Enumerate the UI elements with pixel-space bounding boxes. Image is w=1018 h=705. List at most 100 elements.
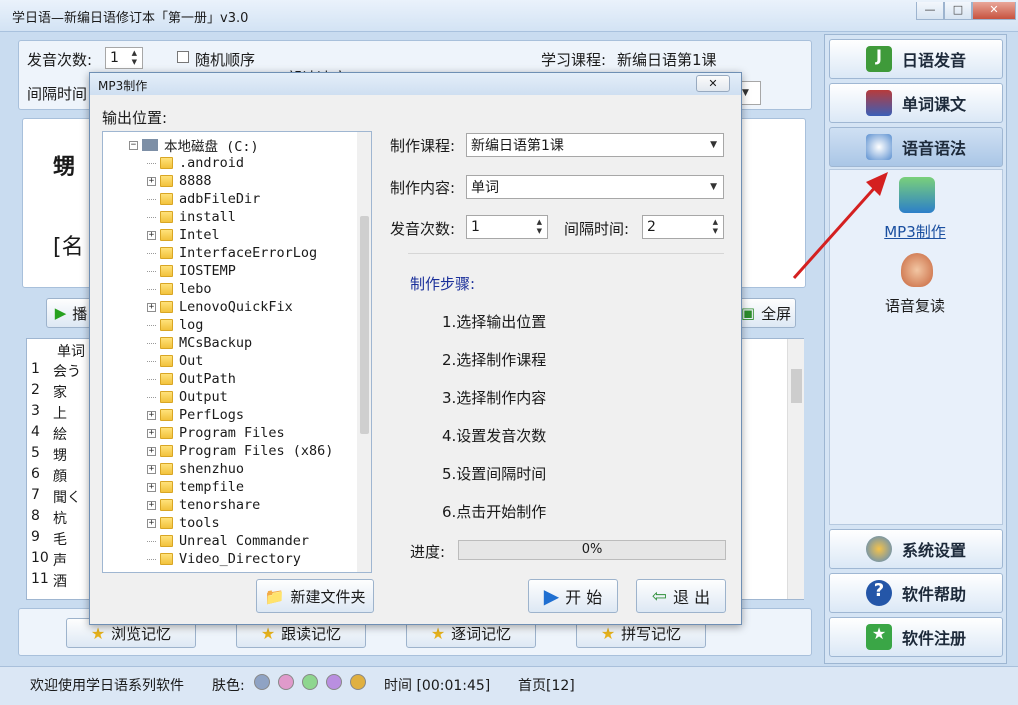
table-row[interactable]: 10 声 (27, 550, 89, 571)
spin-arrows-icon: ▲ ▼ (536, 218, 542, 235)
folder-icon (160, 499, 173, 511)
table-row[interactable]: 3上 (27, 403, 89, 424)
tree-folder-item[interactable]: .android (147, 154, 244, 172)
repeat-stepper[interactable]: 1 ▲ ▼ (105, 47, 143, 69)
expand-icon[interactable]: + (147, 464, 156, 474)
table-row[interactable]: 11 酒 (27, 571, 89, 592)
expand-icon[interactable]: + (147, 518, 156, 528)
start-button[interactable]: ▶ 开 始 (528, 579, 618, 613)
row-word: 毛 (53, 532, 67, 548)
mp3-icon[interactable] (899, 177, 935, 213)
make-course-select[interactable]: 新编日语第1课 ▼ (466, 133, 724, 157)
nav-japanese-pronunciation[interactable]: J 日语发音 (829, 39, 1003, 79)
dialog-title-bar: MP3制作 ✕ (90, 73, 741, 95)
expand-icon[interactable]: + (147, 500, 156, 510)
tree-folder-item[interactable]: + tools (147, 514, 220, 532)
tree-folder-item[interactable]: + PerfLogs (147, 406, 244, 424)
memory-button-label: 拼写记忆 (621, 624, 682, 643)
random-label: 随机顺序 (195, 51, 256, 69)
row-word: 酒 (53, 574, 67, 590)
dialog-close-button[interactable]: ✕ (696, 75, 730, 92)
repeat-value: 1 (110, 50, 119, 66)
close-button[interactable]: ✕ (972, 2, 1016, 20)
tree-folder-item[interactable]: + shenzhuo (147, 460, 244, 478)
mp3-dialog: MP3制作 ✕ 输出位置: − 本地磁盘 (C:) .android +8888 a… (89, 72, 742, 625)
tree-scrollbar[interactable] (357, 132, 371, 572)
skin-swatch[interactable] (350, 674, 366, 690)
folder-name: Intel (179, 227, 220, 243)
tree-folder-item[interactable]: InterfaceErrorLog (147, 244, 317, 262)
expand-icon[interactable]: + (147, 482, 156, 492)
make-content-select[interactable]: 单词 ▼ (466, 175, 724, 199)
make-content-value: 单词 (471, 180, 499, 196)
tree-folder-item[interactable]: MCsBackup (147, 334, 252, 352)
maximize-button[interactable]: □ (944, 2, 972, 20)
dialog-interval-stepper[interactable]: 2 ▲ ▼ (642, 215, 724, 239)
nav-help[interactable]: ? 软件帮助 (829, 573, 1003, 613)
table-row[interactable]: 4絵 (27, 424, 89, 445)
tree-folder-item[interactable]: Unreal Commander (147, 532, 309, 550)
skin-swatch[interactable] (278, 674, 294, 690)
row-number: 4 (31, 424, 40, 440)
folder-icon (160, 283, 173, 295)
expand-icon[interactable]: + (147, 230, 156, 240)
expand-icon[interactable]: + (147, 428, 156, 438)
tree-folder-item[interactable]: + Program Files (147, 424, 285, 442)
exit-button[interactable]: ⇦ 退 出 (636, 579, 726, 613)
folder-icon (160, 319, 173, 331)
tree-folder-item[interactable]: lebo (147, 280, 212, 298)
nav-words-lessons[interactable]: 单词课文 (829, 83, 1003, 123)
tree-folder-item[interactable]: adbFileDir (147, 190, 260, 208)
tree-folder-item[interactable]: Video_Directory (147, 550, 301, 568)
tree-folder-item[interactable]: +8888 (147, 172, 212, 190)
nav-register[interactable]: ★ 软件注册 (829, 617, 1003, 657)
table-row[interactable]: 1 会う (27, 361, 89, 382)
folder-name: Unreal Commander (179, 533, 310, 549)
expand-icon[interactable]: + (147, 446, 156, 456)
skin-swatch[interactable] (302, 674, 318, 690)
tree-folder-item[interactable]: log (147, 316, 203, 334)
nav-settings[interactable]: 系统设置 (829, 529, 1003, 569)
tree-scroll-thumb[interactable] (360, 216, 369, 434)
expand-icon[interactable]: + (147, 410, 156, 420)
table-row[interactable]: 5甥 (27, 445, 89, 466)
nav-label: 语音语法 (901, 139, 966, 158)
table-row[interactable]: 6顔 (27, 466, 89, 487)
skin-swatch[interactable] (326, 674, 342, 690)
tree-folder-item[interactable]: Output (147, 388, 228, 406)
row-word: 声 (53, 553, 67, 569)
voice-repeat-link[interactable]: 语音复读 (865, 295, 965, 316)
tree-folder-item[interactable]: + LenovoQuickFix (147, 298, 293, 316)
folder-icon (160, 265, 173, 277)
minimize-button[interactable]: — (916, 2, 944, 20)
folder-name: log (179, 317, 204, 333)
tree-folder-item[interactable]: + tempfile (147, 478, 244, 496)
tree-folder-item[interactable]: + Program Files (x86) (147, 442, 333, 460)
fullscreen-button[interactable]: ▣ 全屏 (736, 298, 796, 328)
folder-name: .android (179, 155, 245, 171)
table-row[interactable]: 8杭 (27, 508, 89, 529)
tree-line (147, 216, 156, 218)
tree-folder-item[interactable]: OutPath (147, 370, 236, 388)
person-icon[interactable] (901, 253, 933, 287)
tree-folder-item[interactable]: IOSTEMP (147, 262, 236, 280)
expand-icon[interactable]: + (147, 302, 156, 312)
table-row[interactable]: 2家 (27, 382, 89, 403)
random-checkbox[interactable] (177, 51, 189, 63)
tree-folder-item[interactable]: Out (147, 352, 203, 370)
dialog-repeat-stepper[interactable]: 1 ▲ ▼ (466, 215, 548, 239)
tree-folder-item[interactable]: install (147, 208, 236, 226)
list-scrollbar[interactable] (787, 339, 804, 599)
word-pos: [名 (53, 235, 84, 260)
tree-root[interactable]: − 本地磁盘 (C:) (129, 136, 259, 155)
expand-icon[interactable]: + (147, 176, 156, 186)
collapse-icon[interactable]: − (129, 140, 138, 150)
tree-folder-item[interactable]: + Intel (147, 226, 220, 244)
scroll-thumb[interactable] (791, 369, 802, 403)
skin-swatch[interactable] (254, 674, 270, 690)
table-row[interactable]: 7 聞く (27, 487, 89, 508)
tree-folder-item[interactable]: + tenorshare (147, 496, 260, 514)
books-icon (865, 90, 892, 116)
table-row[interactable]: 9毛 (27, 529, 89, 550)
new-folder-button[interactable]: 📁 新建文件夹 (256, 579, 374, 613)
